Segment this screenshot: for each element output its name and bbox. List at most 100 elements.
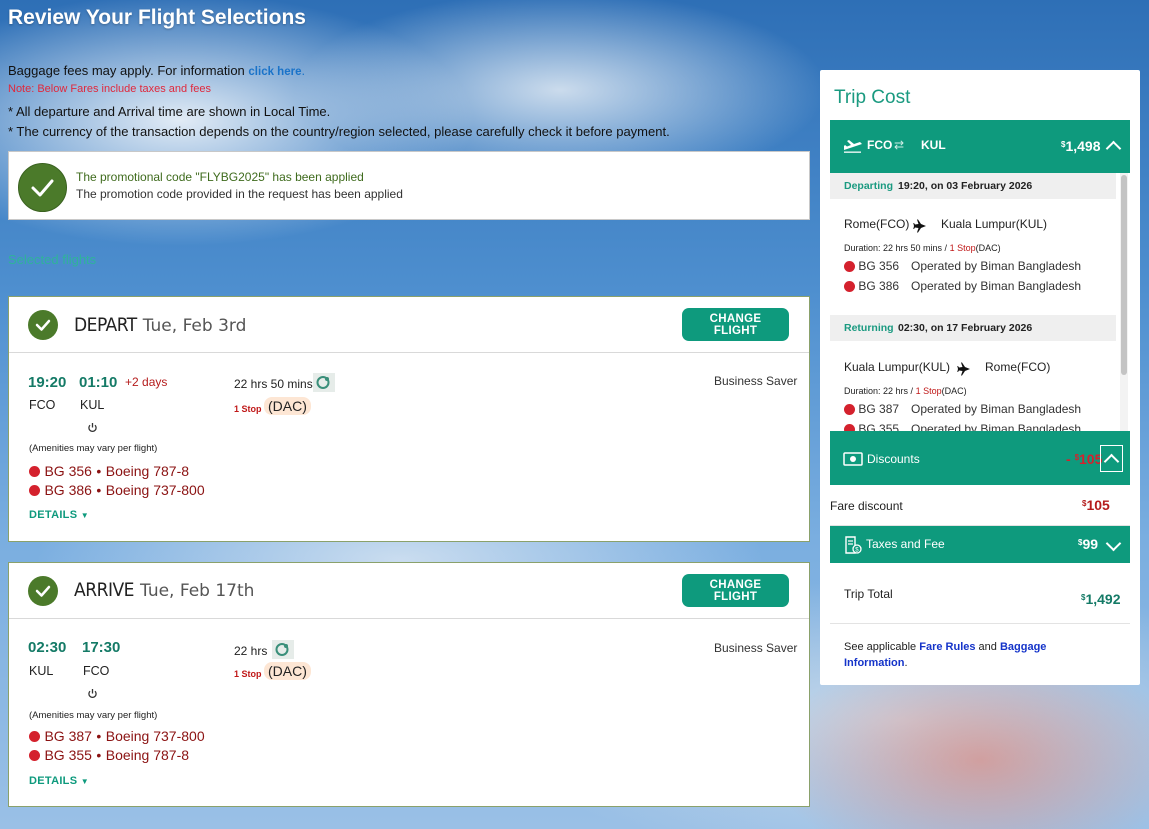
flight-number: BG 355 bbox=[44, 747, 92, 763]
dep-flight-row: BG 386 bbox=[844, 279, 899, 293]
arrive-heading: ARRIVE Tue, Feb 17th bbox=[74, 579, 254, 601]
biman-logo-icon bbox=[844, 424, 855, 431]
promo-applied-box: The promotional code "FLYBG2025" has bee… bbox=[8, 151, 810, 220]
arrive-departure-time: 02:30 bbox=[28, 639, 67, 656]
chevron-down-icon bbox=[1105, 535, 1122, 552]
arrive-destination-code: FCO bbox=[83, 664, 110, 678]
chevron-up-icon bbox=[1105, 140, 1122, 157]
dep-duration: Duration: 22 hrs 50 mins / 1 Stop(DAC) bbox=[844, 243, 1001, 253]
depart-arrival-time: 01:10 bbox=[79, 374, 118, 391]
check-circle-icon bbox=[18, 163, 67, 212]
check-circle-icon bbox=[28, 576, 58, 606]
chevron-up-icon bbox=[1103, 453, 1120, 470]
departing-when: 19:20, on 03 February 2026 bbox=[898, 180, 1033, 192]
depart-stop-airport: (DAC) bbox=[264, 397, 311, 415]
scrollbar-track[interactable] bbox=[1120, 173, 1128, 431]
discounts-label: Discounts bbox=[867, 452, 920, 466]
departing-strip: Departing 19:20, on 03 February 2026 bbox=[830, 173, 1116, 199]
trip-cost-title: Trip Cost bbox=[834, 87, 911, 108]
power-icon bbox=[87, 686, 98, 704]
returning-strip: Returning 02:30, on 17 February 2026 bbox=[830, 315, 1116, 341]
depart-flight-row: BG 386 • Boeing 737-800 bbox=[29, 482, 205, 500]
details-label: DETAILS bbox=[29, 775, 78, 787]
aircraft-type: Boeing 787-8 bbox=[105, 463, 190, 479]
biman-logo-icon bbox=[29, 466, 40, 478]
depart-flight-card: DEPART Tue, Feb 3rd CHANGE FLIGHT 19:20 … bbox=[8, 296, 810, 542]
arrive-date: Tue, Feb 17th bbox=[140, 581, 255, 601]
biman-logo-icon bbox=[29, 731, 40, 743]
fare-discount-label: Fare discount bbox=[830, 499, 903, 513]
depart-cabin-class: Business Saver bbox=[714, 374, 798, 388]
trip-total-row: Trip Total $1,492 bbox=[830, 563, 1130, 624]
arrive-stop-airport: (DAC) bbox=[264, 662, 311, 680]
biman-logo-icon bbox=[844, 261, 855, 273]
depart-duration: 22 hrs 50 mins bbox=[234, 377, 313, 391]
change-depart-flight-button[interactable]: CHANGE FLIGHT bbox=[682, 308, 789, 341]
depart-amenities-note: (Amenities may vary per flight) bbox=[29, 443, 158, 454]
fare-discount-row: Fare discount $105 bbox=[830, 485, 1130, 526]
depart-heading: DEPART Tue, Feb 3rd bbox=[74, 314, 246, 336]
depart-departure-time: 19:20 bbox=[28, 374, 67, 391]
arrive-card-header: ARRIVE Tue, Feb 17th CHANGE FLIGHT bbox=[9, 563, 809, 619]
dep-to: Kuala Lumpur(KUL) bbox=[941, 217, 1048, 231]
route-total: $1,498 bbox=[1061, 138, 1101, 154]
flight-number: BG 356 bbox=[44, 463, 92, 479]
trip-total-label: Trip Total bbox=[844, 587, 893, 601]
money-bill-icon bbox=[843, 452, 863, 471]
change-arrive-flight-button[interactable]: CHANGE FLIGHT bbox=[682, 574, 789, 607]
arrive-flight-row: BG 355 • Boeing 787-8 bbox=[29, 747, 189, 765]
dep-from: Rome(FCO) bbox=[844, 217, 910, 231]
ret-to: Rome(FCO) bbox=[985, 360, 1051, 374]
biman-logo-icon bbox=[844, 281, 855, 293]
biman-logo-icon bbox=[29, 485, 40, 497]
biman-logo-icon bbox=[844, 404, 855, 416]
fare-rules-note: See applicable Fare Rules and Baggage In… bbox=[844, 641, 1047, 669]
operator-text: Operated by Biman Bangladesh bbox=[911, 422, 1082, 431]
operator-text: Operated by Biman Bangladesh bbox=[911, 279, 1082, 293]
amenity-badge-icon bbox=[313, 373, 335, 392]
discounts-amount: - $105 bbox=[1066, 451, 1103, 467]
route-summary-bar[interactable]: FCO ⇄ KUL $1,498 bbox=[830, 120, 1130, 173]
dep-flight-row: BG 356 bbox=[844, 259, 899, 273]
details-label: DETAILS bbox=[29, 509, 78, 521]
departing-label: Departing bbox=[844, 180, 894, 192]
flight-number: BG 387 bbox=[44, 728, 92, 744]
taxes-label: Taxes and Fee bbox=[866, 537, 945, 551]
arrive-stop-count: 1 Stop bbox=[234, 669, 262, 679]
taxes-fee-bar[interactable]: $ Taxes and Fee $99 bbox=[830, 526, 1130, 563]
operator-text: Operated by Biman Bangladesh bbox=[911, 402, 1082, 416]
depart-details-toggle[interactable]: DETAILS ▼ bbox=[29, 509, 89, 521]
receipt-icon: $ bbox=[843, 535, 863, 560]
depart-destination-code: KUL bbox=[80, 398, 105, 412]
trip-total-amount: $1,492 bbox=[1081, 591, 1121, 607]
scrollbar-thumb[interactable] bbox=[1121, 175, 1127, 375]
trip-cost-panel: Trip Cost FCO ⇄ KUL $1,498 Departing 19:… bbox=[820, 70, 1140, 685]
aircraft-type: Boeing 737-800 bbox=[105, 728, 205, 744]
arrive-cabin-class: Business Saver bbox=[714, 641, 798, 655]
swap-arrows-icon: ⇄ bbox=[894, 138, 905, 152]
discounts-bar[interactable]: Discounts - $105 bbox=[830, 431, 1130, 485]
promo-subtitle: The promotion code provided in the reque… bbox=[76, 187, 403, 201]
selected-flights-label: Selected flights bbox=[8, 252, 97, 267]
operator-text: Operated by Biman Bangladesh bbox=[911, 259, 1082, 273]
baggage-info-text: Baggage fees may apply. For information bbox=[8, 63, 245, 78]
biman-logo-icon bbox=[29, 750, 40, 762]
arrive-flight-row: BG 387 • Boeing 737-800 bbox=[29, 728, 205, 746]
discounts-collapse-button[interactable] bbox=[1100, 445, 1123, 472]
arrive-details-toggle[interactable]: DETAILS ▼ bbox=[29, 775, 89, 787]
depart-card-header: DEPART Tue, Feb 3rd CHANGE FLIGHT bbox=[9, 297, 809, 353]
depart-flight-row: BG 356 • Boeing 787-8 bbox=[29, 463, 189, 481]
baggage-click-here-link[interactable]: click here bbox=[248, 66, 301, 78]
fare-rules-link[interactable]: Fare Rules bbox=[919, 641, 975, 653]
check-circle-icon bbox=[28, 310, 58, 340]
airplane-icon bbox=[913, 219, 927, 238]
depart-kind: DEPART bbox=[74, 314, 137, 336]
airplane-icon bbox=[957, 362, 971, 381]
ret-from: Kuala Lumpur(KUL) bbox=[844, 360, 951, 374]
baggage-info: Baggage fees may apply. For information … bbox=[8, 63, 306, 78]
itinerary-scroll-area[interactable]: Departing 19:20, on 03 February 2026 Rom… bbox=[830, 173, 1130, 431]
fare-discount-amount: $105 bbox=[1082, 497, 1110, 513]
taxes-amount: $99 bbox=[1078, 536, 1099, 552]
arrive-arrival-time: 17:30 bbox=[82, 639, 121, 656]
depart-stop-count: 1 Stop bbox=[234, 404, 262, 414]
